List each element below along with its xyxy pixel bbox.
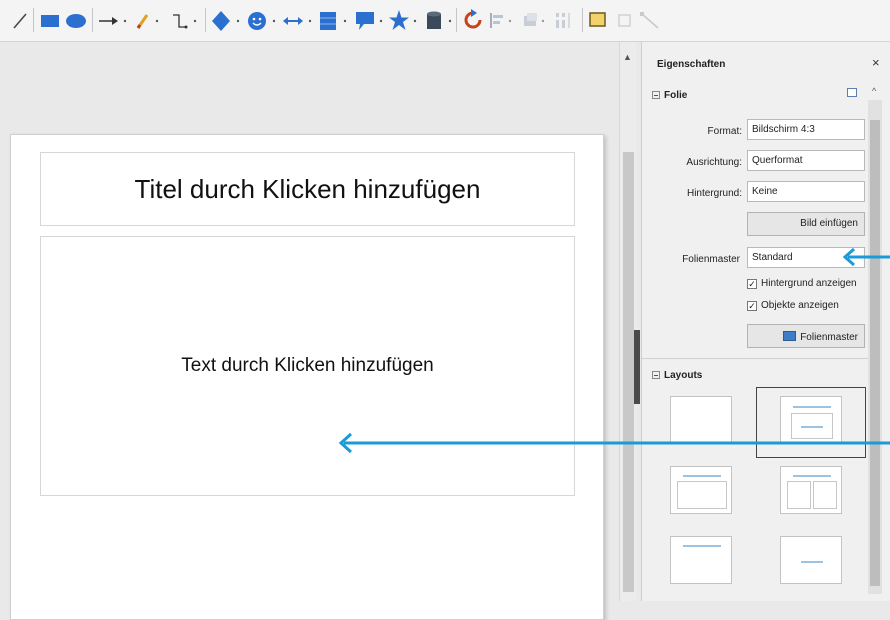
show-objects-checkbox[interactable]: ✓ Objekte anzeigen: [747, 300, 839, 311]
layout-centered-line: [801, 561, 823, 563]
scroll-up-icon[interactable]: ▲: [623, 52, 632, 62]
rotate-icon[interactable]: [462, 8, 486, 32]
section-header-layouts[interactable]: Layouts: [652, 370, 702, 381]
title-placeholder-text: Titel durch Klicken hinzufügen: [134, 173, 481, 204]
layout-content-line: [801, 426, 823, 428]
toolbar-separator: [582, 8, 583, 32]
drawing-toolbar: [0, 0, 890, 42]
layout-title-line: [793, 475, 831, 477]
section-title: Layouts: [664, 370, 703, 381]
orientation-dropdown[interactable]: Querformat: [747, 150, 865, 171]
arrow-line-icon[interactable]: [98, 8, 130, 32]
section-title: Folie: [664, 90, 688, 101]
scrollbar-thumb[interactable]: [623, 152, 634, 592]
background-dropdown[interactable]: Keine: [747, 181, 865, 202]
distribute-icon[interactable]: [552, 8, 580, 32]
rectangle-icon[interactable]: [40, 8, 60, 32]
layout-content-box-right: [813, 481, 837, 509]
slide-editing-area[interactable]: Titel durch Klicken hinzufügen Text durc…: [0, 42, 620, 620]
show-objects-label: Objekte anzeigen: [761, 300, 839, 311]
sidebar-splitter-handle[interactable]: [634, 330, 640, 404]
callout-icon[interactable]: [354, 8, 388, 32]
collapse-icon[interactable]: [652, 91, 660, 99]
master-slide-label: Folienmaster: [682, 254, 740, 265]
editor-vertical-scrollbar[interactable]: ▲: [619, 42, 636, 601]
show-background-checkbox[interactable]: ✓ Hintergrund anzeigen: [747, 278, 857, 289]
crop-icon[interactable]: [614, 8, 636, 32]
layout-title-only[interactable]: [670, 536, 732, 584]
diamond-shape-icon[interactable]: [210, 8, 244, 32]
ellipse-icon[interactable]: [65, 8, 87, 32]
properties-sidebar: Eigenschaften × Folie ^ Format: Bildschi…: [641, 42, 890, 601]
toolbar-separator: [33, 8, 34, 32]
layout-title-2-content[interactable]: [780, 466, 842, 514]
annotation-arrow-icon: [338, 432, 890, 454]
checkmark-icon: ✓: [747, 301, 757, 311]
toolbar-separator: [205, 8, 206, 32]
double-arrow-icon[interactable]: [282, 8, 316, 32]
line-icon[interactable]: [12, 8, 28, 32]
sidebar-scrollbar[interactable]: [868, 100, 882, 594]
master-slides-label: Folienmaster: [800, 332, 858, 343]
toolbar-separator: [92, 8, 93, 32]
layout-content-box: [677, 481, 727, 509]
toolbar-separator: [456, 8, 457, 32]
checkmark-icon: ✓: [747, 279, 757, 289]
section-divider: [642, 358, 868, 359]
sidebar-title: Eigenschaften: [657, 59, 726, 70]
shadow-icon[interactable]: [588, 8, 610, 32]
slide[interactable]: Titel durch Klicken hinzufügen Text durc…: [10, 134, 604, 620]
layout-title-line: [683, 475, 721, 477]
format-label: Format:: [707, 126, 742, 137]
scroll-up-icon[interactable]: ^: [872, 86, 876, 96]
cylinder-icon[interactable]: [423, 8, 457, 32]
more-options-icon[interactable]: [847, 88, 857, 97]
layout-centered-text[interactable]: [780, 536, 842, 584]
master-slides-icon: [783, 331, 797, 341]
points-icon[interactable]: [640, 8, 662, 32]
orientation-label: Ausrichtung:: [686, 157, 742, 168]
arrange-icon[interactable]: [520, 8, 550, 32]
content-placeholder[interactable]: Text durch Klicken hinzufügen: [40, 236, 575, 496]
layout-title-content-2[interactable]: [670, 466, 732, 514]
collapse-icon[interactable]: [652, 371, 660, 379]
align-icon[interactable]: [488, 8, 518, 32]
connector-icon[interactable]: [170, 8, 200, 32]
layout-title-line: [683, 545, 721, 547]
master-slides-button[interactable]: Folienmaster: [747, 324, 865, 348]
close-icon[interactable]: ×: [872, 55, 880, 70]
format-dropdown[interactable]: Bildschirm 4:3: [747, 119, 865, 140]
flowchart-icon[interactable]: [318, 8, 352, 32]
star-icon[interactable]: [388, 8, 422, 32]
layout-content-box-left: [787, 481, 811, 509]
title-placeholder[interactable]: Titel durch Klicken hinzufügen: [40, 152, 575, 226]
content-placeholder-text: Text durch Klicken hinzufügen: [181, 355, 434, 376]
insert-image-button[interactable]: Bild einfügen: [747, 212, 865, 236]
annotation-arrow-icon: [842, 247, 890, 267]
layout-title-line: [793, 406, 831, 408]
background-label: Hintergrund:: [686, 188, 742, 199]
section-header-folie[interactable]: Folie: [652, 90, 687, 101]
smiley-icon[interactable]: [246, 8, 280, 32]
sidebar-scrollbar-thumb[interactable]: [870, 120, 880, 586]
show-background-label: Hintergrund anzeigen: [761, 278, 857, 289]
freehand-icon[interactable]: [135, 8, 165, 32]
